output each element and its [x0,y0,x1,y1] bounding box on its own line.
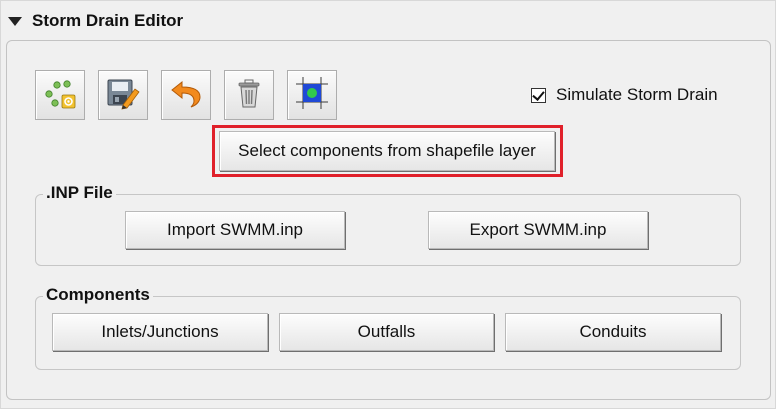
export-swmm-button[interactable]: Export SWMM.inp [428,211,648,249]
select-components-button[interactable]: Select components from shapefile layer [219,131,555,171]
panel-header[interactable]: Storm Drain Editor [8,10,183,32]
simulate-label: Simulate Storm Drain [556,85,718,104]
simulate-checkbox[interactable] [531,87,546,103]
undo-button[interactable] [161,70,211,120]
save-edits-button[interactable] [98,70,148,120]
delete-button[interactable] [224,70,274,120]
simulate-storm-drain-toggle[interactable]: Simulate Storm Drain [531,84,718,106]
inp-file-group-title: .INP File [43,183,116,203]
nodes-gear-icon [43,76,77,115]
conduits-button[interactable]: Conduits [505,313,721,351]
import-swmm-button[interactable]: Import SWMM.inp [125,211,345,249]
select-area-button[interactable] [287,70,337,120]
trash-icon [232,76,266,115]
undo-arrow-icon [169,76,203,115]
create-nodes-button[interactable] [35,70,85,120]
check-mark-icon [532,87,545,101]
inlets-junctions-button[interactable]: Inlets/Junctions [52,313,268,351]
collapse-triangle-icon[interactable] [8,16,22,26]
save-edit-icon [105,75,141,116]
outfalls-button[interactable]: Outfalls [279,313,494,351]
panel-title: Storm Drain Editor [32,11,184,30]
components-group-title: Components [43,285,153,305]
select-extent-icon [294,75,330,116]
